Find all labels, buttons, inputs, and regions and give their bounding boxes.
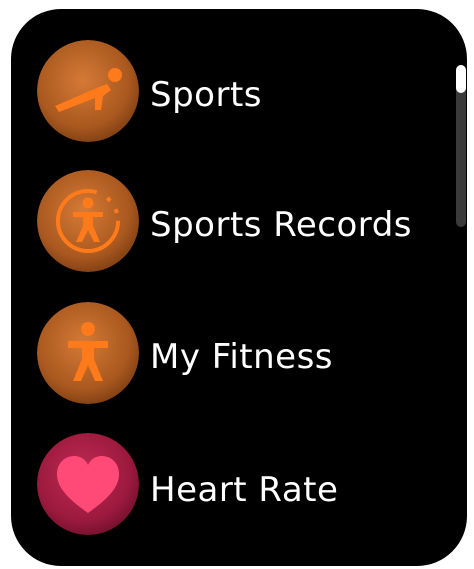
menu-item-heart-rate[interactable]: Heart Rate — [11, 433, 431, 543]
menu-item-sports-records[interactable]: Sports Records — [11, 170, 431, 280]
watch-screen: Sports Sports Records My Fitness Heart R… — [11, 9, 467, 566]
scrollbar-track[interactable] — [456, 65, 466, 227]
menu-item-sports[interactable]: Sports — [11, 40, 431, 150]
heart-icon — [37, 433, 139, 535]
fitness-person-icon — [37, 302, 139, 404]
menu-item-my-fitness[interactable]: My Fitness — [11, 302, 431, 412]
sports-label: Sports — [150, 75, 262, 115]
sports-records-icon — [37, 170, 139, 272]
heart-rate-label: Heart Rate — [150, 470, 339, 510]
sports-records-label: Sports Records — [150, 205, 412, 245]
sports-pushup-icon — [37, 40, 139, 142]
scrollbar-thumb[interactable] — [456, 65, 466, 93]
my-fitness-label: My Fitness — [150, 337, 334, 377]
